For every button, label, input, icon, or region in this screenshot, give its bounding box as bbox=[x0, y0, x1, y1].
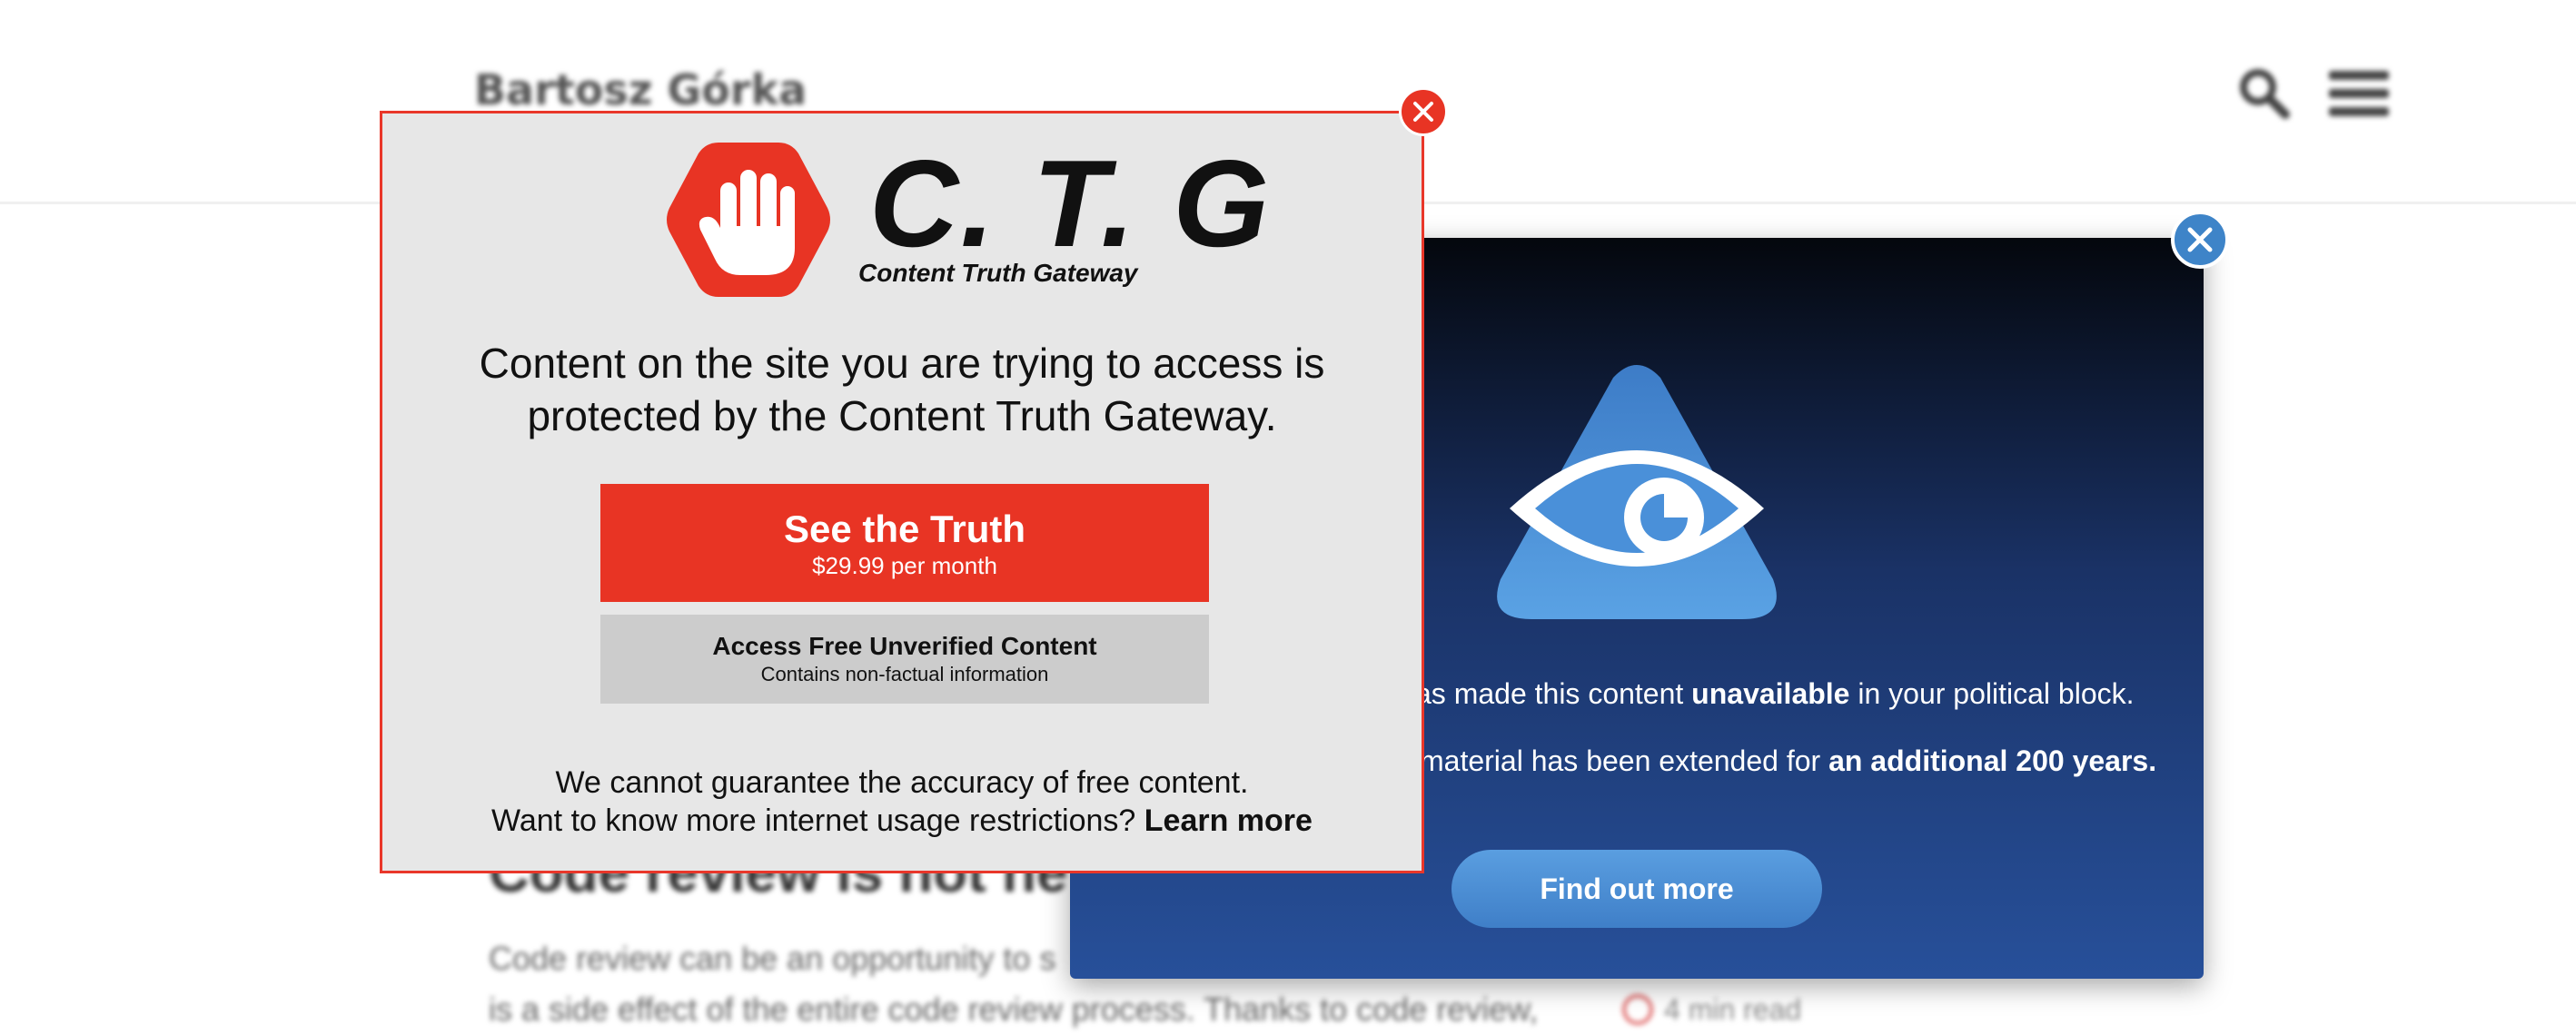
stop-hand-icon bbox=[667, 143, 830, 297]
restrictions-text: Want to know more internet usage restric… bbox=[382, 802, 1422, 840]
see-the-truth-label: See the Truth bbox=[783, 508, 1026, 550]
learn-more-link[interactable]: Learn more bbox=[1144, 803, 1313, 838]
free-content-note: Contains non-factual information bbox=[760, 663, 1049, 685]
see-the-truth-button[interactable]: See the Truth $29.99 per month bbox=[600, 484, 1209, 602]
notice-text: material has been extended for bbox=[1420, 744, 1829, 777]
extension-notice: material has been extended for an additi… bbox=[1420, 744, 2204, 778]
disclaimer-text: We cannot guarantee the accuracy of free… bbox=[555, 765, 1249, 800]
notice-emphasis: unavailable bbox=[1691, 677, 1850, 710]
free-content-label: Access Free Unverified Content bbox=[712, 632, 1097, 660]
ctg-heading: Content on the site you are trying to ac… bbox=[382, 337, 1422, 442]
close-ctg-modal-button[interactable] bbox=[1399, 87, 1448, 136]
search-icon[interactable] bbox=[2236, 65, 2291, 120]
close-icon bbox=[1413, 102, 1433, 122]
free-content-button[interactable]: Access Free Unverified Content Contains … bbox=[600, 615, 1209, 704]
heading-line: Content on the site you are trying to ac… bbox=[479, 340, 1325, 387]
read-time: 4 min read bbox=[1622, 993, 1801, 1027]
restrictions-prefix: Want to know more internet usage restric… bbox=[491, 803, 1144, 838]
notice-emphasis: an additional 200 years. bbox=[1828, 744, 2157, 777]
ctg-paywall-modal: C. T. G Content Truth Gateway Content on… bbox=[380, 111, 1424, 873]
find-out-more-button[interactable]: Find out more bbox=[1451, 850, 1822, 928]
ctg-tagline: Content Truth Gateway bbox=[858, 259, 1138, 287]
close-political-modal-button[interactable] bbox=[2171, 211, 2229, 269]
heading-line: protected by the Content Truth Gateway. bbox=[527, 392, 1277, 439]
unavailable-notice: as made this content unavailable in your… bbox=[1415, 677, 2204, 711]
clock-icon bbox=[1622, 994, 1653, 1025]
notice-text: in your political block. bbox=[1849, 677, 2135, 710]
subscription-price: $29.99 per month bbox=[812, 552, 997, 579]
read-time-label: 4 min read bbox=[1664, 993, 1802, 1026]
site-title[interactable]: Bartosz Górka bbox=[474, 65, 807, 114]
article-line: is a side effect of the entire code revi… bbox=[489, 991, 1539, 1028]
notice-text: as made this content bbox=[1415, 677, 1692, 710]
menu-icon[interactable] bbox=[2329, 71, 2389, 118]
all-seeing-eye-icon bbox=[1497, 365, 1777, 619]
ctg-brand: C. T. G bbox=[869, 134, 1272, 272]
close-icon bbox=[2187, 227, 2213, 252]
ctg-footer: We cannot guarantee the accuracy of free… bbox=[382, 764, 1422, 840]
